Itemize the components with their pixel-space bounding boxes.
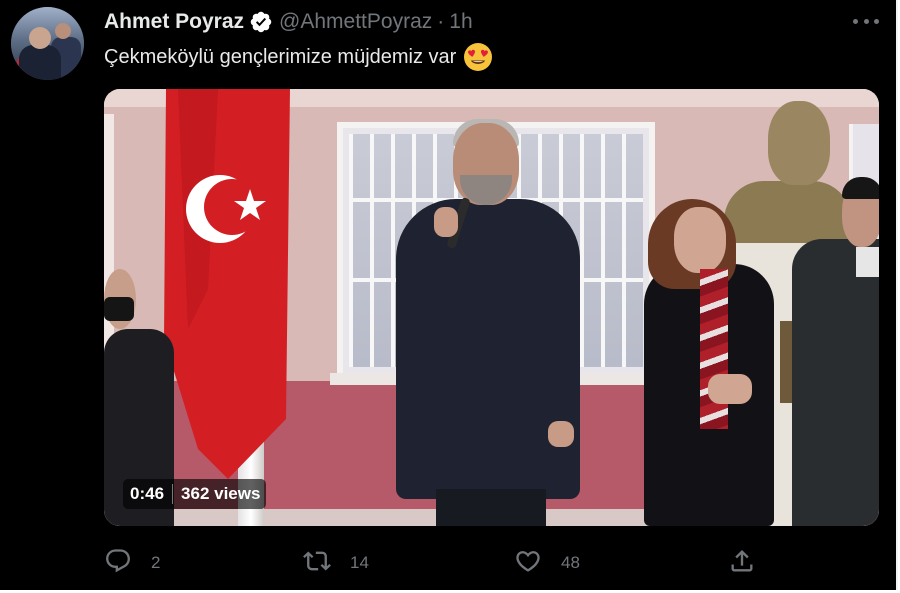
retweet-count: 14 xyxy=(350,553,369,572)
like-icon xyxy=(514,547,542,580)
separator-dot: · xyxy=(437,10,445,33)
reply-icon xyxy=(104,547,132,580)
like-count: 48 xyxy=(561,553,580,572)
retweet-icon xyxy=(303,547,331,580)
video-info-badge: 0:46 362 views xyxy=(123,479,267,509)
flag-image xyxy=(164,89,290,479)
verified-badge-icon xyxy=(249,10,273,34)
video-views: 362 views xyxy=(181,484,261,503)
like-button[interactable]: 48 xyxy=(514,547,580,579)
heart-eyes-emoji-icon xyxy=(463,42,493,72)
video-player[interactable]: 0:46 362 views xyxy=(104,89,879,526)
author-handle[interactable]: @AhmettPoyraz xyxy=(279,10,432,34)
video-duration: 0:46 xyxy=(130,484,165,503)
more-options-icon[interactable] xyxy=(853,11,879,31)
share-button[interactable] xyxy=(728,547,756,579)
tweet[interactable]: Ahmet Poyraz @AhmettPoyraz · 1h Çekmeköy… xyxy=(0,0,898,590)
tweet-text: Çekmeköylü gençlerimize müjdemiz var xyxy=(104,45,457,68)
tweet-actions: 2 14 48 xyxy=(104,547,864,579)
reply-count: 2 xyxy=(151,553,161,572)
tweet-timestamp[interactable]: 1h xyxy=(449,10,472,34)
reply-button[interactable]: 2 xyxy=(104,547,160,579)
avatar[interactable] xyxy=(11,7,84,80)
share-icon xyxy=(728,547,756,580)
retweet-button[interactable]: 14 xyxy=(303,547,369,579)
tweet-text-row: Çekmeköylü gençlerimize müjdemiz var xyxy=(104,42,493,72)
author-name[interactable]: Ahmet Poyraz xyxy=(104,10,244,34)
tweet-header: Ahmet Poyraz @AhmettPoyraz · 1h xyxy=(104,9,473,35)
